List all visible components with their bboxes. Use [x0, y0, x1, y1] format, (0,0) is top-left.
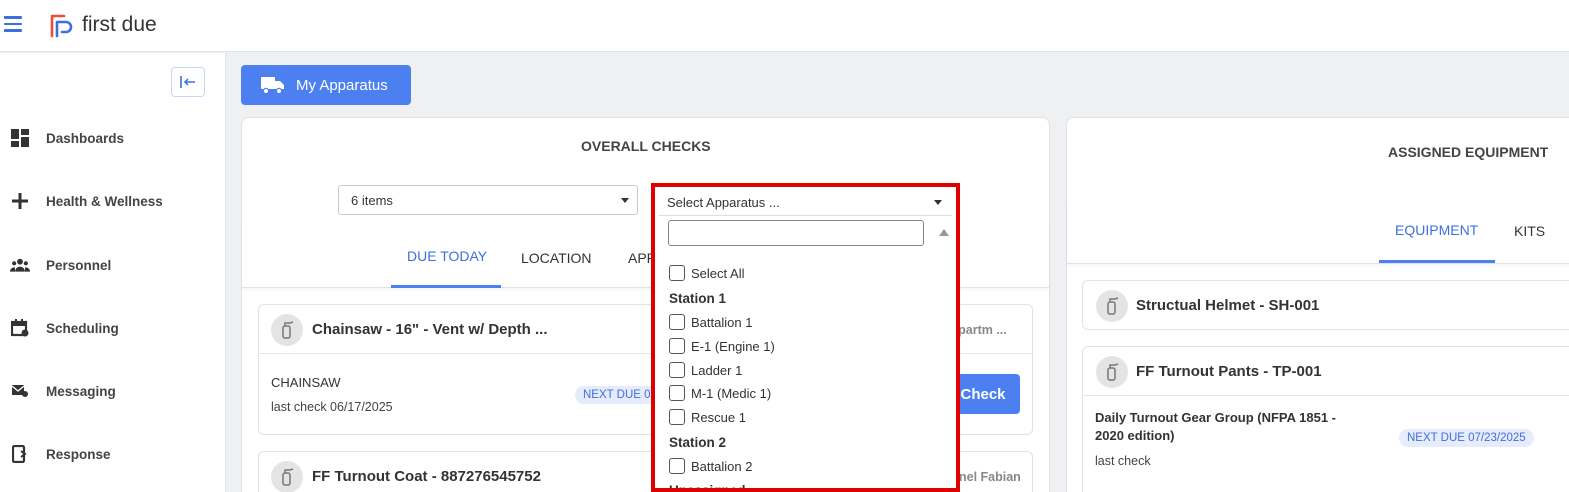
check-item-last-check: last check 06/17/2025: [271, 400, 393, 414]
sidebar-item-messaging[interactable]: Messaging: [0, 371, 226, 411]
option-medic-1[interactable]: M-1 (Medic 1): [669, 385, 771, 401]
tab-location[interactable]: LOCATION: [521, 250, 592, 266]
active-tab-underline: [1379, 260, 1495, 263]
fire-extinguisher-icon: [271, 461, 303, 492]
sidebar-item-label: Personnel: [46, 257, 112, 273]
group-unassigned: Unassigned: [669, 483, 746, 492]
chevron-down-icon: [621, 198, 629, 203]
equipment-card: FF Turnout Pants - TP-001 Daily Turnout …: [1082, 346, 1569, 492]
group-station-2: Station 2: [669, 435, 727, 450]
option-label: Ladder 1: [691, 362, 743, 378]
option-battalion-2[interactable]: Battalion 2: [669, 458, 752, 474]
sidebar-item-label: Scheduling: [46, 320, 119, 336]
response-icon: [10, 444, 30, 464]
equipment-title: FF Turnout Pants - TP-001: [1136, 363, 1322, 380]
checkbox[interactable]: [669, 265, 685, 281]
sidebar-item-label: Health & Wellness: [46, 193, 163, 209]
dashboard-icon: [10, 128, 30, 148]
items-select-value: 6 items: [351, 193, 393, 208]
mail-icon: [10, 381, 30, 401]
fire-extinguisher-icon: [271, 314, 303, 346]
divider: [1083, 395, 1569, 396]
group-station-1: Station 1: [669, 291, 727, 306]
overall-checks-title: OVERALL CHECKS: [581, 138, 711, 154]
checkbox[interactable]: [669, 385, 685, 401]
checkbox[interactable]: [669, 409, 685, 425]
option-label: Select All: [691, 265, 745, 281]
top-bar: first due: [0, 0, 1569, 52]
check-item-title: Chainsaw - 16" - Vent w/ Depth ...: [312, 321, 548, 338]
option-label: Battalion 1: [691, 314, 753, 330]
option-engine-1[interactable]: E-1 (Engine 1): [669, 338, 775, 354]
apparatus-dropdown: Select Apparatus ... Select All Station …: [651, 183, 960, 492]
sidebar-item-health-wellness[interactable]: Health & Wellness: [0, 181, 226, 221]
equipment-title: Structual Helmet - SH-001: [1136, 297, 1320, 314]
check-item-type: CHAINSAW: [271, 375, 341, 390]
option-label: M-1 (Medic 1): [691, 385, 772, 401]
people-icon: [10, 255, 30, 275]
sidebar-item-scheduling[interactable]: Scheduling: [0, 308, 226, 348]
caret-down-icon: [934, 200, 942, 205]
active-tab-underline: [391, 285, 501, 288]
option-label: Battalion 2: [691, 458, 753, 474]
option-battalion-1[interactable]: Battalion 1: [669, 314, 752, 330]
select-all-option[interactable]: Select All: [669, 265, 744, 281]
tab-due-today[interactable]: DUE TODAY: [407, 248, 487, 264]
equipment-last-check: last check: [1095, 454, 1151, 468]
tab-equipment[interactable]: EQUIPMENT: [1395, 222, 1478, 238]
check-item-assignee: nel Fabian: [959, 470, 1021, 484]
first-due-logo-icon: [50, 14, 73, 38]
fire-extinguisher-icon: [1096, 290, 1128, 322]
collapse-sidebar-button[interactable]: [171, 67, 205, 97]
sidebar-item-personnel[interactable]: Personnel: [0, 245, 226, 285]
checkbox[interactable]: [669, 338, 685, 354]
apparatus-select[interactable]: Select Apparatus ...: [659, 191, 952, 215]
sidebar-item-label: Messaging: [46, 383, 116, 399]
option-rescue-1[interactable]: Rescue 1: [669, 409, 746, 425]
my-apparatus-button[interactable]: My Apparatus: [241, 65, 411, 105]
my-apparatus-label: My Apparatus: [296, 76, 388, 94]
checkbox[interactable]: [669, 314, 685, 330]
sidebar-item-label: Dashboards: [46, 130, 125, 146]
tab-kits[interactable]: KITS: [1514, 223, 1545, 239]
option-label: E-1 (Engine 1): [691, 338, 775, 354]
equipment-description: Daily Turnout Gear Group (NFPA 1851 - 20…: [1095, 410, 1337, 443]
items-select[interactable]: 6 items: [338, 185, 638, 215]
calendar-icon: [10, 318, 30, 338]
sidebar-item-response[interactable]: Response: [0, 434, 226, 474]
divider: [659, 215, 952, 216]
option-label: Rescue 1: [691, 409, 746, 425]
fire-extinguisher-icon: [1096, 356, 1128, 388]
equipment-tab-bar: EQUIPMENT KITS: [1067, 200, 1569, 264]
truck-icon: [261, 77, 284, 94]
checkbox[interactable]: [669, 362, 685, 378]
assigned-equipment-title: ASSIGNED EQUIPMENT: [1388, 144, 1549, 160]
brand-name: first due: [82, 13, 157, 36]
option-ladder-1[interactable]: Ladder 1: [669, 362, 742, 378]
sidebar: Dashboards Health & Wellness Personnel S…: [0, 53, 226, 492]
collapse-left-icon: [180, 76, 195, 88]
plus-icon: [10, 191, 30, 211]
sidebar-item-label: Response: [46, 446, 111, 462]
apparatus-select-value: Select Apparatus ...: [667, 195, 780, 210]
hamburger-menu-icon[interactable]: [4, 16, 22, 32]
sidebar-item-dashboards[interactable]: Dashboards: [0, 118, 226, 158]
checkbox[interactable]: [669, 458, 685, 474]
apparatus-search-input[interactable]: [668, 220, 924, 246]
next-due-badge: NEXT DUE 07/23/2025: [1399, 429, 1534, 447]
scroll-up-arrow-icon[interactable]: [939, 229, 949, 236]
equipment-card: Structual Helmet - SH-001: [1082, 280, 1569, 330]
check-item-title: FF Turnout Coat - 887276545752: [312, 468, 541, 485]
